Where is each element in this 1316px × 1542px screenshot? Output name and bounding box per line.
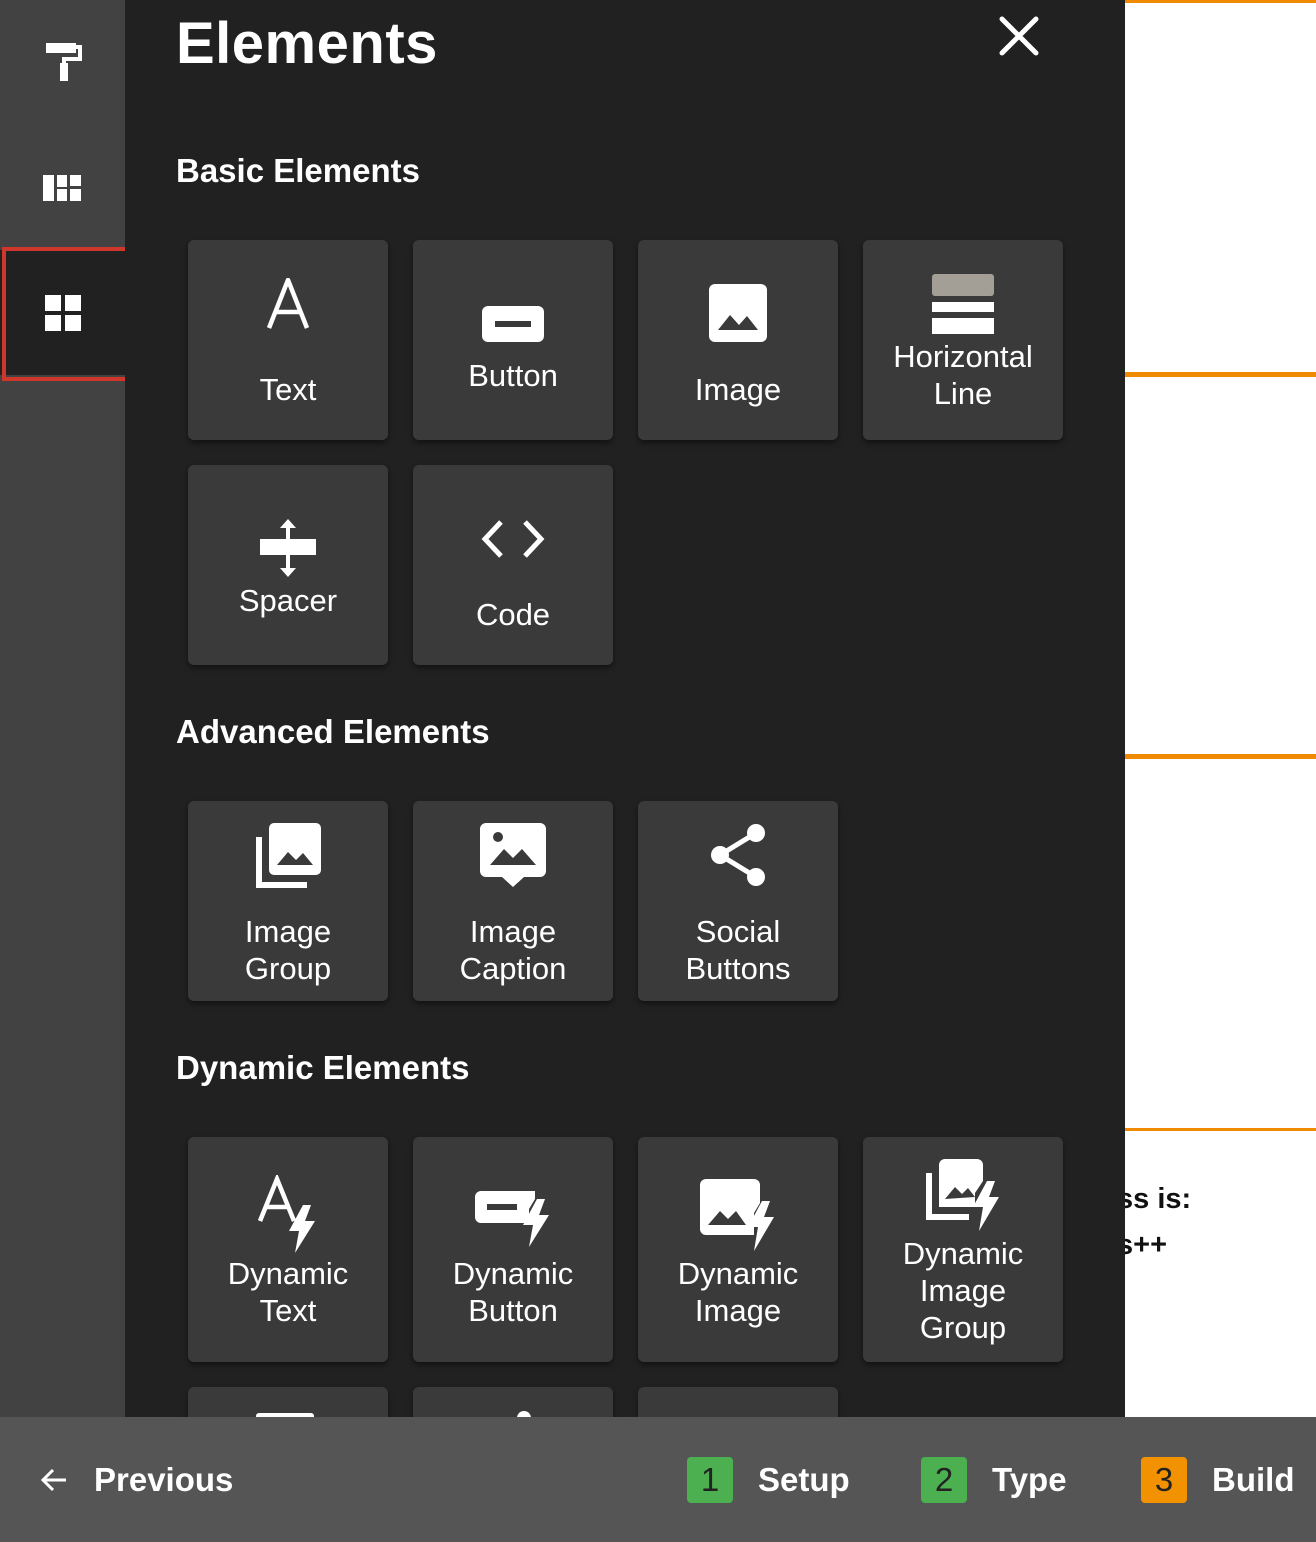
preview-text-line: ss is: — [1125, 1183, 1192, 1215]
element-label-line: Line — [933, 376, 993, 411]
step-build[interactable]: 3 Build — [1141, 1457, 1294, 1503]
step-label: Build — [1212, 1461, 1295, 1498]
element-label-line: Image — [244, 914, 332, 949]
button-icon — [482, 306, 544, 342]
elements-panel: Elements Basic Elements Text Button Imag… — [125, 0, 1125, 1417]
dynamic-image-icon — [700, 1179, 774, 1251]
grid-icon — [44, 294, 81, 331]
spacer-icon — [260, 519, 316, 577]
step-number-badge: 2 — [921, 1457, 967, 1503]
element-tile-dynamic-image-group[interactable]: Dynamic Image Group — [863, 1137, 1063, 1362]
element-tile-image[interactable]: Image — [638, 240, 838, 440]
paint-roller-icon — [45, 42, 82, 81]
step-type[interactable]: 2 Type — [921, 1457, 1067, 1503]
element-label: Code — [475, 597, 551, 632]
share-icon — [711, 824, 765, 886]
element-label: Social Buttons — [638, 913, 838, 987]
panel-title: Elements — [176, 11, 438, 76]
element-label-line: Dynamic — [227, 1256, 349, 1291]
element-tile-text[interactable]: Text — [188, 240, 388, 440]
element-tile-social-buttons[interactable]: Social Buttons — [638, 801, 838, 1001]
element-label-line: Image — [469, 914, 557, 949]
code-icon — [481, 520, 545, 558]
element-label: Dynamic Button — [413, 1255, 613, 1329]
element-label-line: Horizontal — [893, 339, 1033, 374]
step-number-badge: 1 — [687, 1457, 733, 1503]
element-label-line: Group — [919, 1310, 1007, 1345]
element-label-line: Dynamic — [452, 1256, 574, 1291]
element-tile-partial[interactable] — [188, 1387, 388, 1417]
divider-line — [1125, 1128, 1316, 1131]
element-tile-horizontal-line[interactable]: Horizontal Line — [863, 240, 1063, 440]
element-label-line: Social — [695, 914, 781, 949]
rail-style-button[interactable] — [0, 0, 125, 125]
side-rail — [0, 0, 129, 1417]
element-label-line: Buttons — [685, 951, 791, 986]
image-caption-icon — [480, 823, 546, 887]
element-tile-dynamic-button[interactable]: Dynamic Button — [413, 1137, 613, 1362]
preview-text-line: s++ — [1125, 1229, 1167, 1261]
section-title-basic: Basic Elements — [176, 152, 420, 189]
element-tile-image-caption[interactable]: Image Caption — [413, 801, 613, 1001]
element-tile-image-group[interactable]: Image Group — [188, 801, 388, 1001]
element-label-line: Text — [259, 1293, 317, 1328]
element-label-line: Caption — [459, 951, 567, 986]
element-label-line: Image — [919, 1273, 1007, 1308]
element-label: Image Caption — [413, 913, 613, 987]
element-label: Button — [468, 358, 558, 393]
text-a-icon — [266, 278, 310, 329]
dynamic-button-icon — [475, 1191, 549, 1247]
element-label-line: Dynamic — [902, 1236, 1024, 1271]
divider-line — [1125, 0, 1316, 3]
element-tile-spacer[interactable]: Spacer — [188, 465, 388, 665]
step-setup[interactable]: 1 Setup — [687, 1457, 850, 1503]
dynamic-image-group-icon — [926, 1159, 999, 1231]
previous-button[interactable]: Previous — [40, 1453, 233, 1507]
element-tile-partial[interactable] — [413, 1387, 613, 1417]
image-icon — [709, 284, 767, 342]
dynamic-text-icon — [257, 1175, 315, 1253]
element-label: Horizontal Line — [863, 338, 1063, 412]
close-button[interactable] — [997, 14, 1041, 58]
element-label: Image — [694, 372, 782, 407]
section-title-dynamic: Dynamic Elements — [176, 1049, 470, 1086]
element-label-line: Dynamic — [677, 1256, 799, 1291]
rail-elements-button[interactable] — [0, 250, 125, 375]
divider-line — [1125, 372, 1316, 377]
element-label: Image Group — [188, 913, 388, 987]
section-title-advanced: Advanced Elements — [176, 713, 490, 750]
element-label-line: Group — [244, 951, 332, 986]
horizontal-line-icon — [932, 274, 994, 334]
element-tile-dynamic-image[interactable]: Dynamic Image — [638, 1137, 838, 1362]
arrow-left-icon — [40, 1468, 66, 1492]
wizard-footer: Previous 1 Setup 2 Type 3 Build — [0, 1417, 1316, 1542]
dashboard-layout-icon — [42, 174, 81, 201]
previous-label: Previous — [94, 1461, 234, 1498]
step-label: Type — [992, 1461, 1067, 1498]
element-label: Dynamic Text — [188, 1255, 388, 1329]
image-group-icon — [256, 823, 321, 888]
element-label: Text — [259, 372, 317, 407]
email-preview: ss is: s++ — [1125, 0, 1316, 1417]
element-tile-button[interactable]: Button — [413, 240, 613, 440]
rail-layouts-button[interactable] — [0, 125, 125, 250]
element-label: Dynamic Image Group — [863, 1235, 1063, 1346]
element-label: Spacer — [238, 583, 338, 618]
step-number-badge: 3 — [1141, 1457, 1187, 1503]
element-label: Dynamic Image — [638, 1255, 838, 1329]
element-label-line: Button — [468, 1293, 558, 1328]
close-icon — [999, 16, 1039, 56]
element-tile-partial[interactable] — [638, 1387, 838, 1417]
step-label: Setup — [758, 1461, 850, 1498]
element-tile-code[interactable]: Code — [413, 465, 613, 665]
divider-line — [1125, 754, 1316, 759]
element-tile-dynamic-text[interactable]: Dynamic Text — [188, 1137, 388, 1362]
element-label-line: Image — [694, 1293, 782, 1328]
